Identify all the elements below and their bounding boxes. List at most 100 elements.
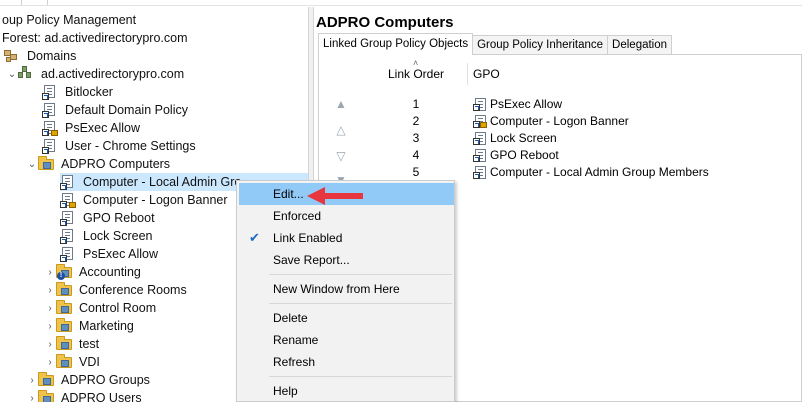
- ou-warning-icon: !: [56, 264, 72, 280]
- column-divider[interactable]: [467, 63, 468, 85]
- chevron-down-icon[interactable]: ⌄: [26, 155, 38, 173]
- chevron-right-icon[interactable]: ›: [44, 335, 56, 353]
- tree-ou[interactable]: › Conference Rooms: [44, 281, 189, 299]
- move-down-icon[interactable]: ▽: [333, 149, 349, 163]
- chevron-right-icon[interactable]: ›: [26, 371, 38, 389]
- column-header-gpo[interactable]: GPO: [473, 67, 500, 81]
- chevron-right-icon[interactable]: ›: [44, 317, 56, 335]
- tree-gpo-link[interactable]: Lock Screen: [60, 227, 154, 245]
- gpo-link-lock-icon: [473, 114, 487, 128]
- domain-icon: [18, 66, 34, 82]
- link-order-cell: 5: [412, 164, 420, 179]
- table-row[interactable]: 1 PsExec Allow: [376, 95, 796, 112]
- gpo-link-label: GPO Reboot: [83, 211, 155, 225]
- menu-item-rename[interactable]: Rename: [239, 329, 454, 351]
- menu-item-enforced[interactable]: Enforced: [239, 205, 454, 227]
- menu-item-help[interactable]: Help: [239, 380, 454, 402]
- gpo-link-lock-icon: [42, 120, 58, 136]
- gpo-link-icon: [42, 84, 58, 100]
- menu-separator: [269, 376, 452, 377]
- tree-ou[interactable]: › VDI: [44, 353, 102, 371]
- tree-domain[interactable]: ⌄ ad.activedirectorypro.com: [6, 65, 186, 83]
- menu-item-label: Delete: [273, 311, 308, 325]
- tab-gp-inheritance[interactable]: Group Policy Inheritance: [472, 35, 609, 55]
- checkmark-icon: ✔: [249, 230, 260, 245]
- tree-root[interactable]: oup Policy Management: [0, 11, 138, 29]
- gpo-name-cell: PsExec Allow: [490, 96, 563, 111]
- gpo-link-lock-icon: [60, 192, 76, 208]
- gpo-link-label: Default Domain Policy: [65, 103, 188, 117]
- tab-delegation[interactable]: Delegation: [607, 35, 673, 55]
- tree-domains[interactable]: Domains: [4, 47, 78, 65]
- move-up-icon[interactable]: △: [333, 123, 349, 137]
- tree-ou[interactable]: › test: [44, 335, 101, 353]
- context-menu: Edit... Enforced ✔ Link Enabled Save Rep…: [236, 180, 455, 402]
- folder-icon: [38, 156, 54, 172]
- ou-label: Marketing: [79, 319, 134, 333]
- gpo-link-icon: [473, 148, 487, 162]
- gpo-link-label: Computer - Local Admin Gro: [81, 174, 244, 190]
- tree-ou[interactable]: › ADPRO Users: [26, 389, 144, 402]
- gpo-name-cell: Lock Screen: [490, 130, 557, 145]
- menu-item-new-window[interactable]: New Window from Here: [239, 278, 454, 300]
- chevron-right-icon[interactable]: ›: [44, 263, 56, 281]
- tree-gpo-link[interactable]: Bitlocker: [42, 83, 115, 101]
- gpo-link-icon: [60, 228, 76, 244]
- gpo-link-icon: [42, 102, 58, 118]
- tree-gpo-link[interactable]: PsExec Allow: [60, 245, 160, 263]
- chevron-down-icon[interactable]: ⌄: [6, 65, 18, 83]
- forest-label: Forest: ad.activedirectorypro.com: [2, 31, 188, 45]
- tree-ou[interactable]: › ! Accounting: [44, 263, 143, 281]
- chevron-right-icon[interactable]: ›: [44, 353, 56, 371]
- gpo-link-icon: [60, 174, 76, 190]
- link-order-cell: 1: [412, 96, 420, 111]
- folder-icon: [56, 336, 72, 352]
- ou-label: Control Room: [79, 301, 157, 315]
- link-order-cell: 3: [412, 130, 420, 145]
- gpo-link-label: PsExec Allow: [83, 247, 159, 261]
- ou-label: VDI: [79, 355, 100, 369]
- toolbar-button[interactable]: [12, 0, 22, 5]
- menu-separator: [269, 274, 452, 275]
- menu-item-label: Rename: [273, 333, 319, 347]
- gpo-name-cell: GPO Reboot: [490, 147, 559, 162]
- gpo-name-cell: Computer - Local Admin Group Members: [490, 164, 709, 179]
- tree-ou[interactable]: › Control Room: [44, 299, 158, 317]
- table-row[interactable]: 2 Computer - Logon Banner: [376, 112, 796, 129]
- page-title: ADPRO Computers: [316, 14, 454, 31]
- column-header-link-order[interactable]: Link Order: [376, 67, 456, 81]
- link-order-cell: 4: [412, 147, 420, 162]
- chevron-right-icon[interactable]: ›: [44, 281, 56, 299]
- table-row[interactable]: 5 Computer - Local Admin Group Members: [376, 163, 796, 180]
- toolbar-button[interactable]: [38, 0, 48, 5]
- tree-gpo-link[interactable]: GPO Reboot: [60, 209, 157, 227]
- chevron-right-icon[interactable]: ›: [44, 299, 56, 317]
- tree-ou[interactable]: › Marketing: [44, 317, 136, 335]
- tree-gpo-link[interactable]: PsExec Allow: [42, 119, 142, 137]
- menu-item-delete[interactable]: Delete: [239, 307, 454, 329]
- folder-icon: [38, 372, 54, 388]
- tree-ou-adpro-computers[interactable]: ⌄ ADPRO Computers: [26, 155, 172, 173]
- chevron-right-icon[interactable]: ›: [26, 389, 38, 402]
- top-toolbar-strip: [0, 0, 802, 6]
- table-row[interactable]: 4 GPO Reboot: [376, 146, 796, 163]
- app-title: oup Policy Management: [2, 13, 137, 27]
- table-row[interactable]: 3 Lock Screen: [376, 129, 796, 146]
- menu-item-refresh[interactable]: Refresh: [239, 351, 454, 373]
- menu-item-save-report[interactable]: Save Report...: [239, 249, 454, 271]
- menu-item-label: Link Enabled: [273, 231, 343, 245]
- tree-gpo-link[interactable]: User - Chrome Settings: [42, 137, 198, 155]
- move-to-top-icon[interactable]: ▲: [333, 97, 349, 111]
- menu-item-label: Save Report...: [273, 253, 350, 267]
- folder-icon: [56, 354, 72, 370]
- menu-item-link-enabled[interactable]: ✔ Link Enabled: [239, 227, 454, 249]
- domains-label: Domains: [27, 49, 77, 63]
- tree-forest[interactable]: Forest: ad.activedirectorypro.com: [0, 29, 190, 47]
- tree-gpo-link[interactable]: Default Domain Policy: [42, 101, 190, 119]
- gpo-link-label: Bitlocker: [65, 85, 113, 99]
- gpo-link-icon: [60, 210, 76, 226]
- tree-ou[interactable]: › ADPRO Groups: [26, 371, 152, 389]
- tab-linked-gpos[interactable]: Linked Group Policy Objects: [318, 33, 474, 55]
- tree-gpo-link[interactable]: Computer - Logon Banner: [60, 191, 230, 209]
- menu-item-label: Refresh: [273, 355, 316, 369]
